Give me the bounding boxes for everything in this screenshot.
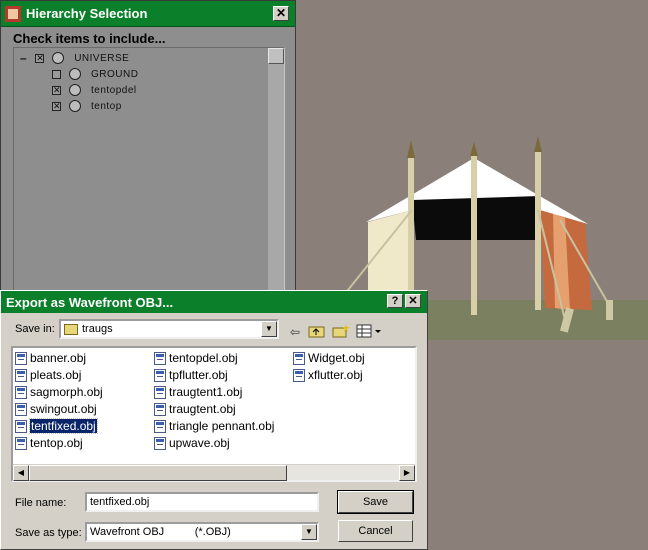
save-type-label: Save as type: — [15, 527, 82, 539]
tent-pole-center — [471, 155, 477, 315]
save-type-value: Wavefront OBJ (*.OBJ) — [90, 526, 231, 538]
cancel-button[interactable]: Cancel — [338, 520, 413, 542]
file-icon — [15, 368, 27, 382]
app-icon — [5, 5, 21, 22]
tree-node-label: tentopdel — [91, 84, 137, 96]
checkbox-ground[interactable] — [52, 69, 61, 79]
object-icon — [69, 100, 81, 112]
list-item[interactable]: traugtent.obj — [154, 401, 236, 417]
file-icon — [154, 402, 166, 416]
pole-finial-right — [534, 136, 542, 152]
object-icon — [69, 84, 81, 96]
collapse-icon[interactable]: – — [20, 51, 27, 65]
pole-finial-left — [407, 140, 415, 158]
object-icon — [69, 68, 81, 80]
file-icon — [154, 368, 166, 382]
file-name-label: File name: — [15, 497, 67, 509]
list-item[interactable]: sagmorph.obj — [15, 384, 103, 400]
export-titlebar[interactable]: Export as Wavefront OBJ... — [1, 291, 427, 313]
tent-pole-right — [535, 150, 541, 310]
checkbox-tentopdel[interactable]: ✕ — [52, 85, 61, 95]
close-icon[interactable]: ✕ — [273, 6, 289, 21]
file-list[interactable]: banner.obj pleats.obj sagmorph.obj swing… — [11, 346, 417, 482]
list-item[interactable]: banner.obj — [15, 350, 86, 366]
file-list-scrollbar[interactable]: ◀ ▶ — [13, 464, 415, 481]
file-icon — [154, 385, 166, 399]
file-name-input[interactable]: tentfixed.obj — [85, 492, 319, 512]
list-item[interactable]: Widget.obj — [293, 350, 365, 366]
up-folder-icon[interactable] — [307, 324, 327, 340]
save-in-dropdown[interactable]: traugs ▼ — [59, 319, 279, 339]
list-item[interactable]: upwave.obj — [154, 435, 230, 451]
tree-node-tentopdel[interactable]: ✕ tentopdel — [52, 82, 137, 98]
save-type-dropdown[interactable]: Wavefront OBJ (*.OBJ) ▼ — [85, 522, 319, 542]
file-icon — [293, 368, 305, 382]
tree-node-universe[interactable]: – ✕ UNIVERSE — [20, 50, 129, 66]
list-item[interactable]: tentopdel.obj — [154, 350, 238, 366]
tree-node-ground[interactable]: GROUND — [52, 66, 138, 82]
scroll-left-icon[interactable]: ◀ — [13, 465, 29, 481]
export-dialog: Export as Wavefront OBJ... ? ✕ Save in: … — [0, 290, 428, 550]
help-button[interactable]: ? — [387, 294, 403, 308]
list-item[interactable]: triangle pennant.obj — [154, 418, 274, 434]
save-in-label: Save in: — [15, 323, 55, 335]
file-icon — [293, 351, 305, 365]
list-item[interactable]: swingout.obj — [15, 401, 97, 417]
tent-left-drape — [368, 210, 412, 300]
list-item[interactable]: tentop.obj — [15, 435, 83, 451]
list-item[interactable]: xflutter.obj — [293, 367, 363, 383]
save-button[interactable]: Save — [337, 490, 414, 514]
list-item-selected[interactable]: tentfixed.obj — [15, 418, 98, 434]
checkbox-tentop[interactable]: ✕ — [52, 101, 61, 111]
new-folder-icon[interactable] — [331, 324, 351, 340]
list-item[interactable]: tpflutter.obj — [154, 367, 228, 383]
chevron-down-icon[interactable]: ▼ — [261, 321, 277, 337]
list-item[interactable]: traugtent1.obj — [154, 384, 242, 400]
file-icon — [15, 351, 27, 365]
file-icon — [15, 436, 27, 450]
hierarchy-heading: Check items to include... — [13, 31, 166, 46]
file-icon — [154, 436, 166, 450]
file-icon — [154, 351, 166, 365]
save-in-value: traugs — [82, 323, 113, 335]
hierarchy-selection-window: Hierarchy Selection ✕ Check items to inc… — [0, 0, 296, 300]
file-icon — [15, 385, 27, 399]
tree-node-label: tentop — [91, 100, 122, 112]
tree-scrollbar[interactable] — [268, 48, 284, 296]
view-menu-icon[interactable] — [355, 324, 383, 340]
list-item[interactable]: pleats.obj — [15, 367, 81, 383]
scroll-up-icon[interactable] — [268, 48, 284, 64]
export-title: Export as Wavefront OBJ... — [6, 294, 174, 310]
close-icon[interactable]: ✕ — [405, 294, 421, 308]
globe-icon — [52, 52, 65, 64]
stake-2 — [606, 300, 613, 320]
checkbox-universe[interactable]: ✕ — [35, 53, 45, 63]
file-icon — [154, 419, 166, 433]
tree-node-label: UNIVERSE — [74, 52, 130, 64]
hierarchy-tree[interactable]: – ✕ UNIVERSE GROUND ✕ tentopdel ✕ tentop — [13, 47, 285, 297]
chevron-down-icon[interactable]: ▼ — [301, 524, 317, 540]
tent-pole-left — [408, 158, 414, 308]
file-icon — [15, 419, 27, 433]
folder-icon — [64, 323, 78, 335]
file-icon — [15, 402, 27, 416]
scroll-right-icon[interactable]: ▶ — [399, 465, 415, 481]
pole-finial-center — [470, 142, 478, 156]
scroll-thumb[interactable] — [29, 465, 287, 481]
back-arrow-icon[interactable]: ⇦ — [285, 324, 305, 340]
hierarchy-titlebar[interactable]: Hierarchy Selection ✕ — [1, 1, 295, 27]
hierarchy-title: Hierarchy Selection — [26, 6, 148, 21]
tree-node-tentop[interactable]: ✕ tentop — [52, 98, 122, 114]
tree-node-label: GROUND — [91, 68, 139, 80]
